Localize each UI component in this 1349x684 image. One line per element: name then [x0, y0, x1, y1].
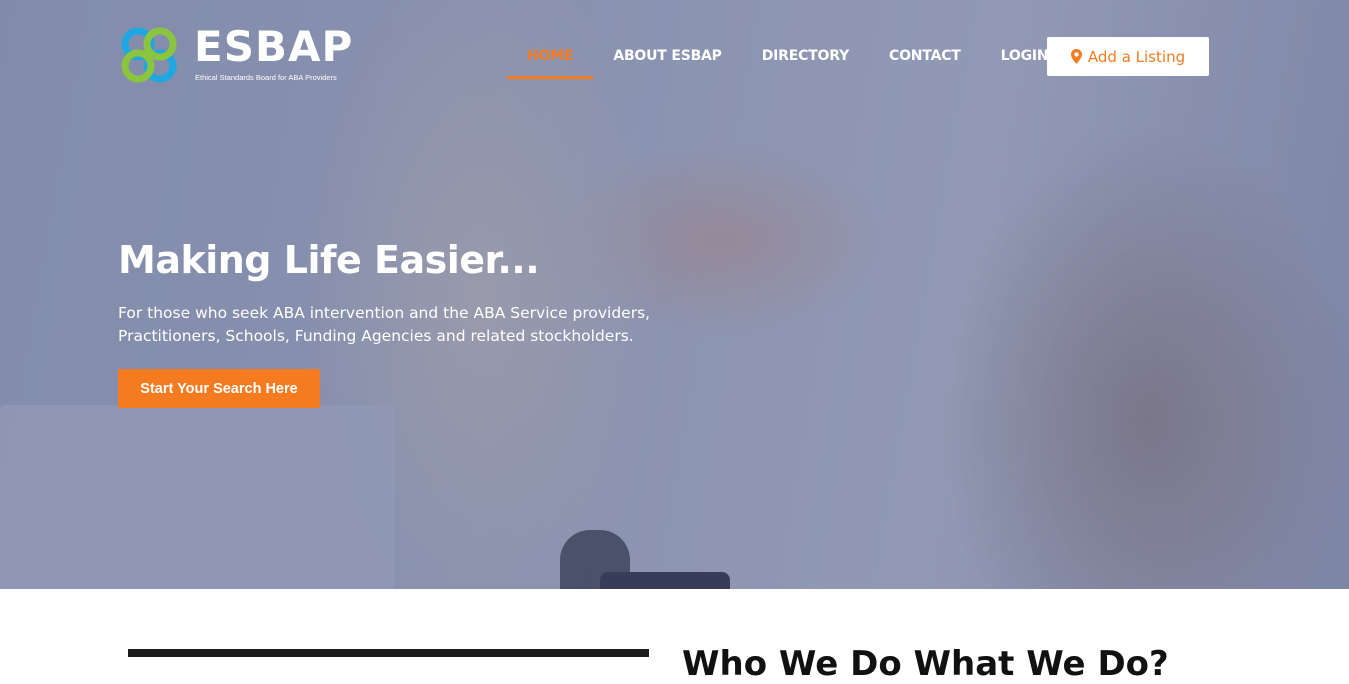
start-search-button[interactable]: Start Your Search Here	[118, 369, 320, 408]
logo-wordmark: ESBAP	[194, 22, 354, 71]
hero-overlay	[0, 0, 1349, 589]
nav-item-directory[interactable]: DIRECTORY	[742, 48, 869, 78]
nav-item-home[interactable]: HOME	[507, 48, 594, 79]
hero-subtext-line-1: For those who seek ABA intervention and …	[118, 304, 651, 322]
site-logo[interactable]: ESBAP Ethical Standards Board for ABA Pr…	[118, 22, 358, 88]
hero-subtext: For those who seek ABA intervention and …	[118, 302, 678, 348]
map-pin-icon	[1070, 49, 1082, 64]
main-nav: HOME ABOUT ESBAP DIRECTORY CONTACT LOGIN	[507, 48, 1068, 79]
logo-mark-icon	[121, 27, 177, 83]
hero-section: ESBAP Ethical Standards Board for ABA Pr…	[0, 0, 1349, 589]
section-heading: Who We Do What We Do?	[682, 644, 1169, 684]
section-image	[128, 649, 649, 657]
hero-subtext-line-2: Practitioners, Schools, Funding Agencies…	[118, 327, 634, 345]
add-listing-label: Add a Listing	[1087, 47, 1186, 66]
hero-headline: Making Life Easier...	[118, 238, 540, 282]
add-listing-button[interactable]: Add a Listing	[1047, 37, 1209, 76]
logo-tagline: Ethical Standards Board for ABA Provider…	[195, 73, 337, 82]
nav-item-contact[interactable]: CONTACT	[869, 48, 981, 78]
nav-item-about[interactable]: ABOUT ESBAP	[593, 48, 741, 78]
